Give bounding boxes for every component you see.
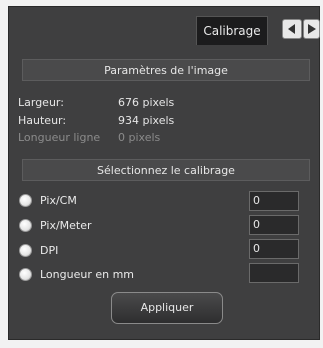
apply-button[interactable]: Appliquer [111,292,223,324]
radio-pix-meter[interactable] [19,219,32,232]
arrow-right-icon [308,24,316,34]
width-value: 676 pixels [118,96,175,109]
next-button[interactable] [303,19,320,39]
radio-dpi[interactable] [19,244,32,257]
dpi-label: DPI [40,244,59,257]
line-length-value: 0 pixels [118,131,161,144]
pix-cm-input[interactable]: 0 [249,191,299,211]
length-mm-input[interactable] [249,263,299,283]
tab-calibrage[interactable]: Calibrage [196,16,268,45]
length-mm-label: Longueur en mm [40,268,135,281]
height-label: Hauteur: [18,114,67,127]
dpi-input[interactable]: 0 [249,239,299,259]
calibration-header: Sélectionnez le calibrage [22,159,310,181]
radio-length-mm[interactable] [19,268,32,281]
radio-pix-cm[interactable] [19,194,32,207]
height-value: 934 pixels [118,114,175,127]
pix-cm-label: Pix/CM [40,194,77,207]
line-length-label: Longueur ligne [18,131,101,144]
image-params-header: Paramètres de l'image [22,59,310,81]
pix-meter-input[interactable]: 0 [249,215,299,235]
arrow-left-icon [288,24,295,34]
pix-meter-label: Pix/Meter [40,219,92,232]
prev-button[interactable] [282,19,302,39]
width-label: Largeur: [18,96,64,109]
